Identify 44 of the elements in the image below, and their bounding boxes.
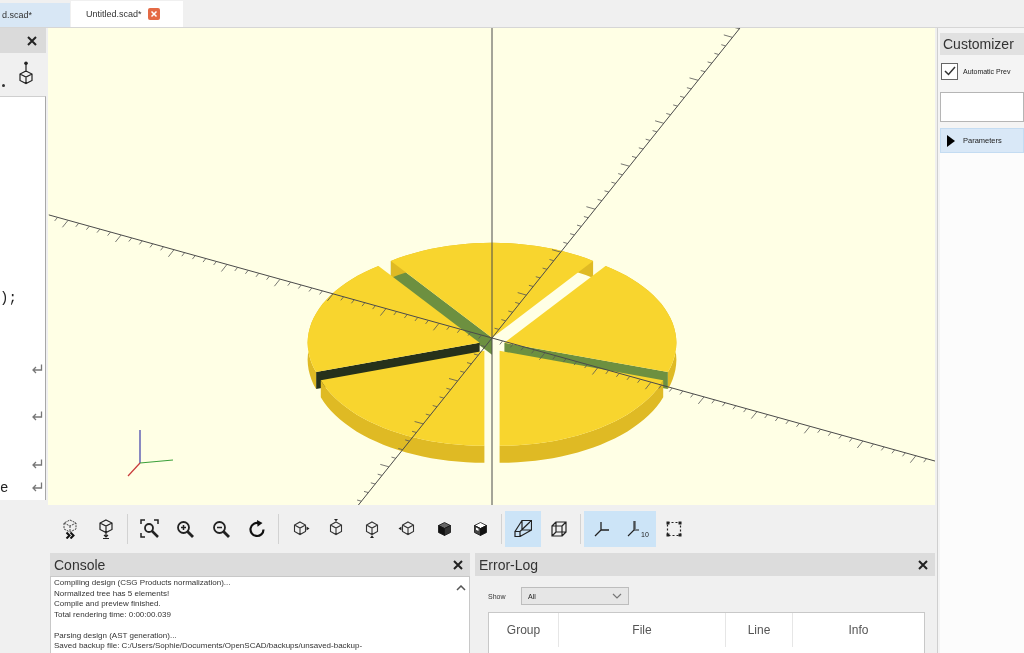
chevron-down-icon xyxy=(612,593,622,599)
panel-title: Error-Log xyxy=(479,556,539,573)
file-tab[interactable]: d.scad* xyxy=(0,3,70,27)
chevron-up-icon[interactable] xyxy=(456,585,466,591)
column-header[interactable]: Info xyxy=(793,613,924,647)
zoom-fit-icon xyxy=(139,519,159,538)
axes-button[interactable] xyxy=(584,510,620,547)
axes-ticks-icon xyxy=(627,520,641,537)
axis-gizmo-icon xyxy=(127,429,174,477)
dashed-square-icon xyxy=(666,520,682,537)
checkbox[interactable] xyxy=(941,62,958,80)
console-line: Parsing design (AST generation)... xyxy=(54,630,178,641)
close-icon[interactable] xyxy=(918,559,928,570)
check-icon xyxy=(943,66,956,76)
code-editor[interactable]: ); e xyxy=(0,96,46,500)
cube-chevrons-icon xyxy=(63,518,77,539)
console-line: Compiling design (CSG Products normalization)... xyxy=(54,578,232,589)
close-icon[interactable] xyxy=(453,559,463,570)
code-text: e xyxy=(0,479,9,496)
panel-title: Customizer xyxy=(943,36,1014,52)
console-line: Total rendering time: 0:00:00.039 xyxy=(54,609,172,620)
console-line: Saved backup file: C:/Users/Sophie/Documents/OpenSCAD/backups/unsaved-backup- xyxy=(54,641,364,652)
shaded-cube-icon xyxy=(473,521,487,536)
dot-icon[interactable] xyxy=(2,84,5,87)
code-text: ); xyxy=(0,290,17,307)
text-field[interactable] xyxy=(940,92,1024,122)
close-icon[interactable] xyxy=(27,35,37,46)
column-header[interactable]: Group xyxy=(489,613,559,647)
console-line: Compile and preview finished. xyxy=(54,599,162,610)
frustum-icon xyxy=(514,520,532,537)
rotate-arrow-icon xyxy=(248,519,266,538)
cube-down-arrow-icon xyxy=(99,518,113,539)
wireframe-cube-icon xyxy=(551,520,567,537)
zoom-out-icon xyxy=(212,519,230,538)
console-line: Normalized tree has 5 elements! xyxy=(54,588,171,599)
cube-pin-icon[interactable] xyxy=(19,61,33,85)
panel-title: Console xyxy=(54,556,106,573)
column-header[interactable]: File xyxy=(559,613,726,647)
axes-icon xyxy=(594,520,610,537)
zoom-in-icon xyxy=(176,519,194,538)
file-tab[interactable]: Untitled.scad* xyxy=(71,1,183,27)
perspective-button[interactable] xyxy=(505,510,541,547)
solid-cube-icon xyxy=(437,521,451,536)
column-header[interactable]: Line xyxy=(726,613,793,647)
